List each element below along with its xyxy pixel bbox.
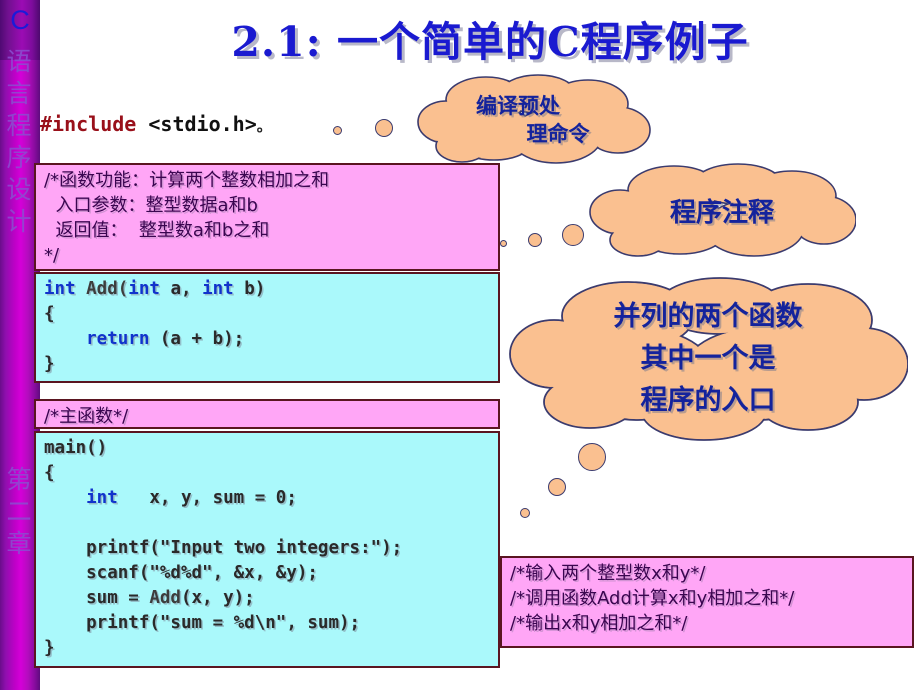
- bubble-dot-small: [333, 126, 342, 135]
- code-line-open-brace: {: [44, 304, 55, 324]
- add-function-code-box: int Add(int a, int b) { return (a + b); …: [34, 272, 500, 383]
- type-keyword: int: [128, 279, 160, 299]
- bubble-dot-medium: [375, 119, 393, 137]
- include-header: <stdio.h>: [136, 112, 257, 136]
- code-line-scanf: scanf("%d%d", &x, &y);: [44, 563, 318, 583]
- include-keyword: #include: [40, 112, 137, 136]
- cloud-shape-icon: [589, 163, 856, 257]
- assignment-prefix: sum =: [44, 588, 150, 608]
- code-line-main-signature: main(): [44, 438, 108, 458]
- comment-line: */: [44, 245, 60, 266]
- code-line-printf-prompt: printf("Input two integers:");: [44, 538, 403, 558]
- cloud-shape-icon: [509, 277, 908, 441]
- sidebar-logo-c: C: [10, 5, 30, 35]
- call-arguments: (x, y);: [180, 588, 255, 608]
- code-line-close-brace: }: [44, 638, 55, 658]
- code-line-declaration: int x, y, sum = 0;: [44, 486, 490, 511]
- type-keyword: int: [44, 488, 118, 508]
- include-directive-line: #include <stdio.h>。: [40, 112, 272, 136]
- callout-two-functions: 并列的两个函数 其中一个是 程序的入口: [508, 274, 908, 444]
- bubble-dot-small: [500, 240, 507, 247]
- statement-comments-box: /*输入两个整型数x和y*/ /*调用函数Add计算x和y相加之和*/ /*输出…: [500, 556, 914, 648]
- function-name: Add(: [75, 279, 129, 299]
- comment-line: /*输入两个整型数x和y*/: [510, 563, 706, 584]
- param-b: b): [233, 279, 266, 299]
- code-line-call-add: sum = Add(x, y);: [44, 586, 490, 611]
- slide-title: 2.1: 一个简单的C程序例子: [231, 18, 749, 66]
- callout-preprocessor: 编译预处 理命令: [416, 74, 652, 166]
- comment-line: /*主函数*/: [44, 406, 129, 427]
- function-doc-comment-box: /*函数功能：计算两个整数相加之和 入口参数：整型数据a和b 返回值： 整型数a…: [34, 163, 500, 271]
- comment-line: /*输出x和y相加之和*/: [510, 613, 688, 634]
- comment-line: /*函数功能：计算两个整数相加之和: [44, 170, 330, 191]
- main-function-code-box: main() { int x, y, sum = 0; printf("Inpu…: [34, 431, 500, 668]
- code-line-printf-result: printf("sum = %d\n", sum);: [44, 613, 361, 633]
- callout-program-comment: 程序注释: [588, 162, 856, 258]
- code-line-open-brace: {: [44, 463, 55, 483]
- type-keyword: int: [44, 279, 76, 299]
- sidebar-subject-label: 语言程序设计: [3, 48, 32, 240]
- comment-line: 返回值： 整型数a和b之和: [44, 220, 270, 241]
- comment-line: /*调用函数Add计算x和y相加之和*/: [510, 588, 795, 609]
- code-line-signature: int Add(int a, int b): [44, 277, 490, 302]
- type-keyword: int: [202, 279, 234, 299]
- include-trailing-punct: 。: [256, 117, 272, 135]
- bubble-dot-large: [578, 443, 606, 471]
- bubble-dot-medium: [528, 233, 542, 247]
- variable-list: x, y, sum = 0;: [117, 488, 297, 508]
- code-line-close-brace: }: [44, 354, 55, 374]
- bubble-dot-large: [562, 224, 584, 246]
- bubble-dot-small: [520, 508, 530, 518]
- param-a: a,: [159, 279, 203, 299]
- comment-line: 入口参数：整型数据a和b: [44, 195, 258, 216]
- function-name: Add: [149, 588, 181, 608]
- sidebar-chapter-label: 第二章: [3, 466, 32, 562]
- code-line-return: return (a + b);: [44, 327, 490, 352]
- main-function-comment-box: /*主函数*/: [34, 399, 500, 429]
- return-keyword: return: [44, 329, 150, 349]
- return-expression: (a + b);: [149, 329, 245, 349]
- bubble-dot-medium: [548, 478, 566, 496]
- cloud-shape-icon: [417, 74, 651, 164]
